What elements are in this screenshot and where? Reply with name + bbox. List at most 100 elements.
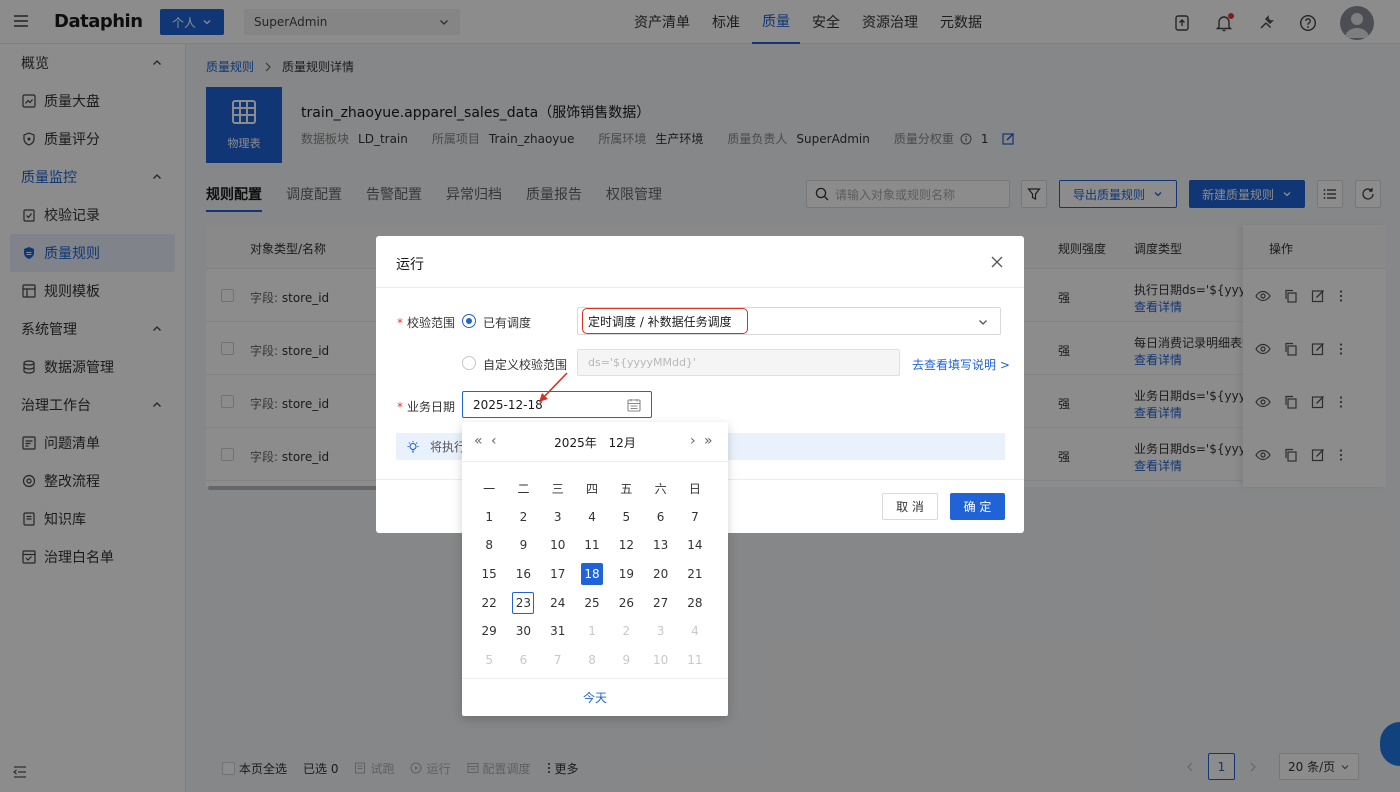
calendar-day-number: 3 bbox=[553, 509, 562, 524]
calendar-weeks: 1 2 3 4 5 6 7 8 9 10 11 12 13 14 15 16 17 18 19 20 21 22 23 24 2… bbox=[472, 503, 718, 675]
calendar-day[interactable]: 27 bbox=[643, 591, 677, 615]
calendar-day[interactable]: 29 bbox=[472, 619, 506, 643]
calendar-day-outside[interactable]: 3 bbox=[643, 619, 677, 643]
calendar-day[interactable]: 25 bbox=[575, 591, 609, 615]
calendar-day-outside[interactable]: 5 bbox=[472, 648, 506, 672]
next-month-icon[interactable]: › bbox=[690, 434, 696, 448]
calendar-day-outside[interactable]: 4 bbox=[678, 619, 712, 643]
weekday-header: 五 bbox=[620, 481, 633, 496]
calendar-week-row: 1 2 3 4 5 6 7 bbox=[472, 503, 718, 532]
calendar-day-number: 6 bbox=[656, 509, 665, 524]
radio-existing-label[interactable]: 已有调度 bbox=[483, 314, 531, 331]
calendar-day[interactable]: 4 bbox=[575, 505, 609, 529]
calendar-day-number: 13 bbox=[652, 538, 669, 553]
howto-link[interactable]: 去查看填写说明 > bbox=[912, 356, 1010, 373]
custom-scope-input[interactable]: ds='${yyyyMMdd}' bbox=[577, 349, 900, 376]
calendar-day-number: 28 bbox=[687, 595, 703, 610]
radio-existing-schedule[interactable] bbox=[462, 314, 476, 328]
calendar-day-outside[interactable]: 7 bbox=[541, 648, 575, 672]
date-picker-popup: « ‹ 2025年 12月 › » 一二三四五六日 1 2 3 4 5 6 7 8 9 10 11 1… bbox=[462, 422, 728, 716]
cancel-button[interactable]: 取 消 bbox=[882, 493, 938, 520]
calendar-day-today[interactable]: 23 bbox=[506, 591, 540, 615]
calendar-day[interactable]: 3 bbox=[541, 505, 575, 529]
calendar-week-row: 15 16 17 18 19 20 21 bbox=[472, 560, 718, 589]
scope-label-text: 校验范围 bbox=[407, 316, 456, 330]
weekday-header: 一 bbox=[483, 481, 496, 496]
calendar-day-outside[interactable]: 1 bbox=[575, 619, 609, 643]
scope-label: * 校验范围 bbox=[397, 316, 456, 330]
bulb-icon bbox=[407, 440, 419, 452]
calendar-day-number: 6 bbox=[519, 652, 528, 667]
calendar-day[interactable]: 14 bbox=[678, 533, 712, 557]
calendar-day[interactable]: 6 bbox=[643, 505, 677, 529]
calendar-week-row: 5 6 7 8 9 10 11 bbox=[472, 646, 718, 675]
picker-header: « ‹ 2025年 12月 › » bbox=[462, 422, 728, 462]
calendar-day[interactable]: 15 bbox=[472, 562, 506, 586]
calendar-day-number: 11 bbox=[687, 652, 703, 667]
calendar-day[interactable]: 1 bbox=[472, 505, 506, 529]
calendar-day[interactable]: 28 bbox=[678, 591, 712, 615]
calendar-day-number: 30 bbox=[515, 624, 532, 639]
radio-custom-scope[interactable] bbox=[462, 356, 476, 370]
calendar-day-number: 4 bbox=[588, 509, 596, 524]
calendar-day[interactable]: 16 bbox=[506, 562, 540, 586]
calendar-day-number: 17 bbox=[550, 567, 566, 582]
picker-year[interactable]: 2025年 bbox=[554, 436, 597, 450]
calendar-day-number: 20 bbox=[652, 567, 669, 582]
calendar-day[interactable]: 9 bbox=[506, 533, 540, 557]
calendar-day-outside[interactable]: 2 bbox=[609, 619, 643, 643]
calendar-day-number: 18 bbox=[581, 563, 604, 586]
calendar-day-number: 1 bbox=[485, 509, 493, 524]
calendar-day-outside[interactable]: 6 bbox=[506, 648, 540, 672]
calendar-day[interactable]: 26 bbox=[609, 591, 643, 615]
calendar-day[interactable]: 11 bbox=[575, 533, 609, 557]
calendar-day-outside[interactable]: 8 bbox=[575, 648, 609, 672]
calendar-day-number: 7 bbox=[553, 652, 562, 667]
calendar-day[interactable]: 31 bbox=[541, 619, 575, 643]
schedule-select-value: 定时调度 / 补数据任务调度 bbox=[582, 308, 748, 334]
schedule-value-text: 定时调度 / 补数据任务调度 bbox=[588, 314, 732, 329]
next-year-icon[interactable]: » bbox=[704, 434, 713, 448]
picker-month[interactable]: 12月 bbox=[609, 436, 636, 450]
today-button[interactable]: 今天 bbox=[583, 689, 607, 706]
calendar-day[interactable]: 21 bbox=[678, 562, 712, 586]
calendar-day[interactable]: 7 bbox=[678, 505, 712, 529]
calendar-day-selected[interactable]: 18 bbox=[575, 562, 609, 586]
calendar-day-number: 10 bbox=[652, 652, 669, 667]
calendar-day[interactable]: 13 bbox=[643, 533, 677, 557]
calendar-day-number: 2 bbox=[622, 624, 631, 639]
calendar-day-number: 22 bbox=[481, 595, 497, 610]
weekday-header: 日 bbox=[688, 481, 701, 496]
calendar-day-outside[interactable]: 9 bbox=[609, 648, 643, 672]
calendar-day-number: 16 bbox=[515, 567, 532, 582]
calendar-day[interactable]: 5 bbox=[609, 505, 643, 529]
calendar-day-number: 21 bbox=[687, 567, 703, 582]
close-icon[interactable] bbox=[990, 255, 1004, 269]
calendar-icon bbox=[627, 398, 641, 412]
calendar-day-number: 8 bbox=[588, 652, 596, 667]
calendar-day[interactable]: 22 bbox=[472, 591, 506, 615]
calendar-day-number: 8 bbox=[485, 538, 493, 553]
calendar-day[interactable]: 12 bbox=[609, 533, 643, 557]
calendar-grid: 一二三四五六日 1 2 3 4 5 6 7 8 9 10 11 12 13 14 15 16 17 18 19 20 2… bbox=[472, 474, 718, 674]
date-value: 2025-12-18 bbox=[473, 397, 543, 412]
calendar-day-outside[interactable]: 11 bbox=[678, 648, 712, 672]
weekday-header: 三 bbox=[551, 481, 564, 496]
calendar-day[interactable]: 10 bbox=[541, 533, 575, 557]
calendar-day[interactable]: 24 bbox=[541, 591, 575, 615]
calendar-day[interactable]: 8 bbox=[472, 533, 506, 557]
calendar-day-number: 7 bbox=[691, 509, 699, 524]
calendar-day-number: 9 bbox=[622, 652, 631, 667]
calendar-day-number: 24 bbox=[550, 595, 566, 610]
custom-scope-placeholder: ds='${yyyyMMdd}' bbox=[588, 356, 696, 369]
calendar-day[interactable]: 20 bbox=[643, 562, 677, 586]
calendar-day-outside[interactable]: 10 bbox=[643, 648, 677, 672]
annotation-arrow-icon bbox=[539, 372, 568, 402]
calendar-day[interactable]: 19 bbox=[609, 562, 643, 586]
calendar-week-row: 22 23 24 25 26 27 28 bbox=[472, 588, 718, 617]
calendar-day[interactable]: 2 bbox=[506, 505, 540, 529]
picker-footer: 今天 bbox=[462, 678, 728, 716]
confirm-button[interactable]: 确 定 bbox=[950, 493, 1005, 520]
calendar-day[interactable]: 17 bbox=[541, 562, 575, 586]
calendar-day[interactable]: 30 bbox=[506, 619, 540, 643]
